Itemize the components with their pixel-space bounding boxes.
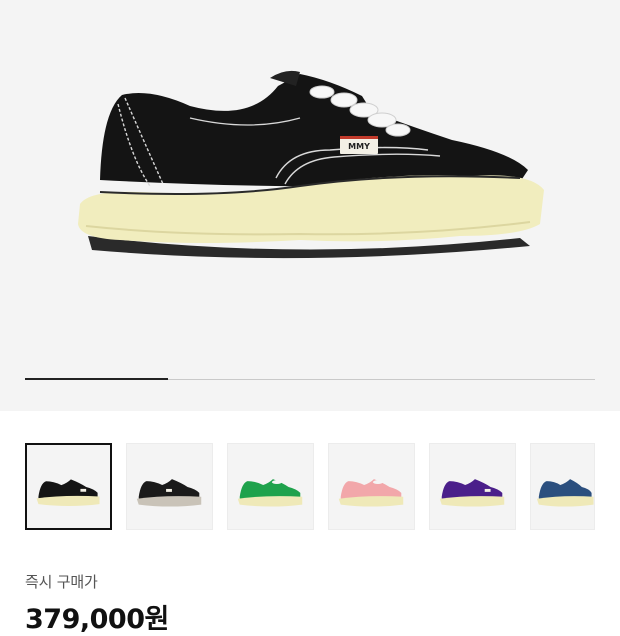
sneaker-thumbnail-icon [136,479,202,507]
thumbnail-green[interactable] [227,443,314,530]
sneaker-thumbnail-icon [439,479,505,507]
instant-buy-label: 즉시 구매가 [25,573,98,591]
logo-tag-text: MMY [348,142,370,151]
thumbnail-black-grey[interactable] [126,443,213,530]
sneaker-thumbnail-icon [536,479,594,507]
sneaker-thumbnail-icon [338,479,404,507]
sneaker-thumbnail-icon [36,479,100,507]
gallery-progress-track [25,378,595,380]
thumbnail-pink[interactable] [328,443,415,530]
thumbnail-black[interactable] [25,443,112,530]
product-hero-image[interactable]: MMY [0,0,620,411]
thumbnail-navy[interactable] [530,443,595,530]
thumbnail-purple[interactable] [429,443,516,530]
color-thumbnail-list [25,443,595,532]
sneaker-thumbnail-icon [237,479,303,507]
instant-buy-price: 379,000원 [25,604,169,635]
gallery-progress-indicator [25,378,168,380]
sneaker-main-image: MMY [78,70,544,259]
